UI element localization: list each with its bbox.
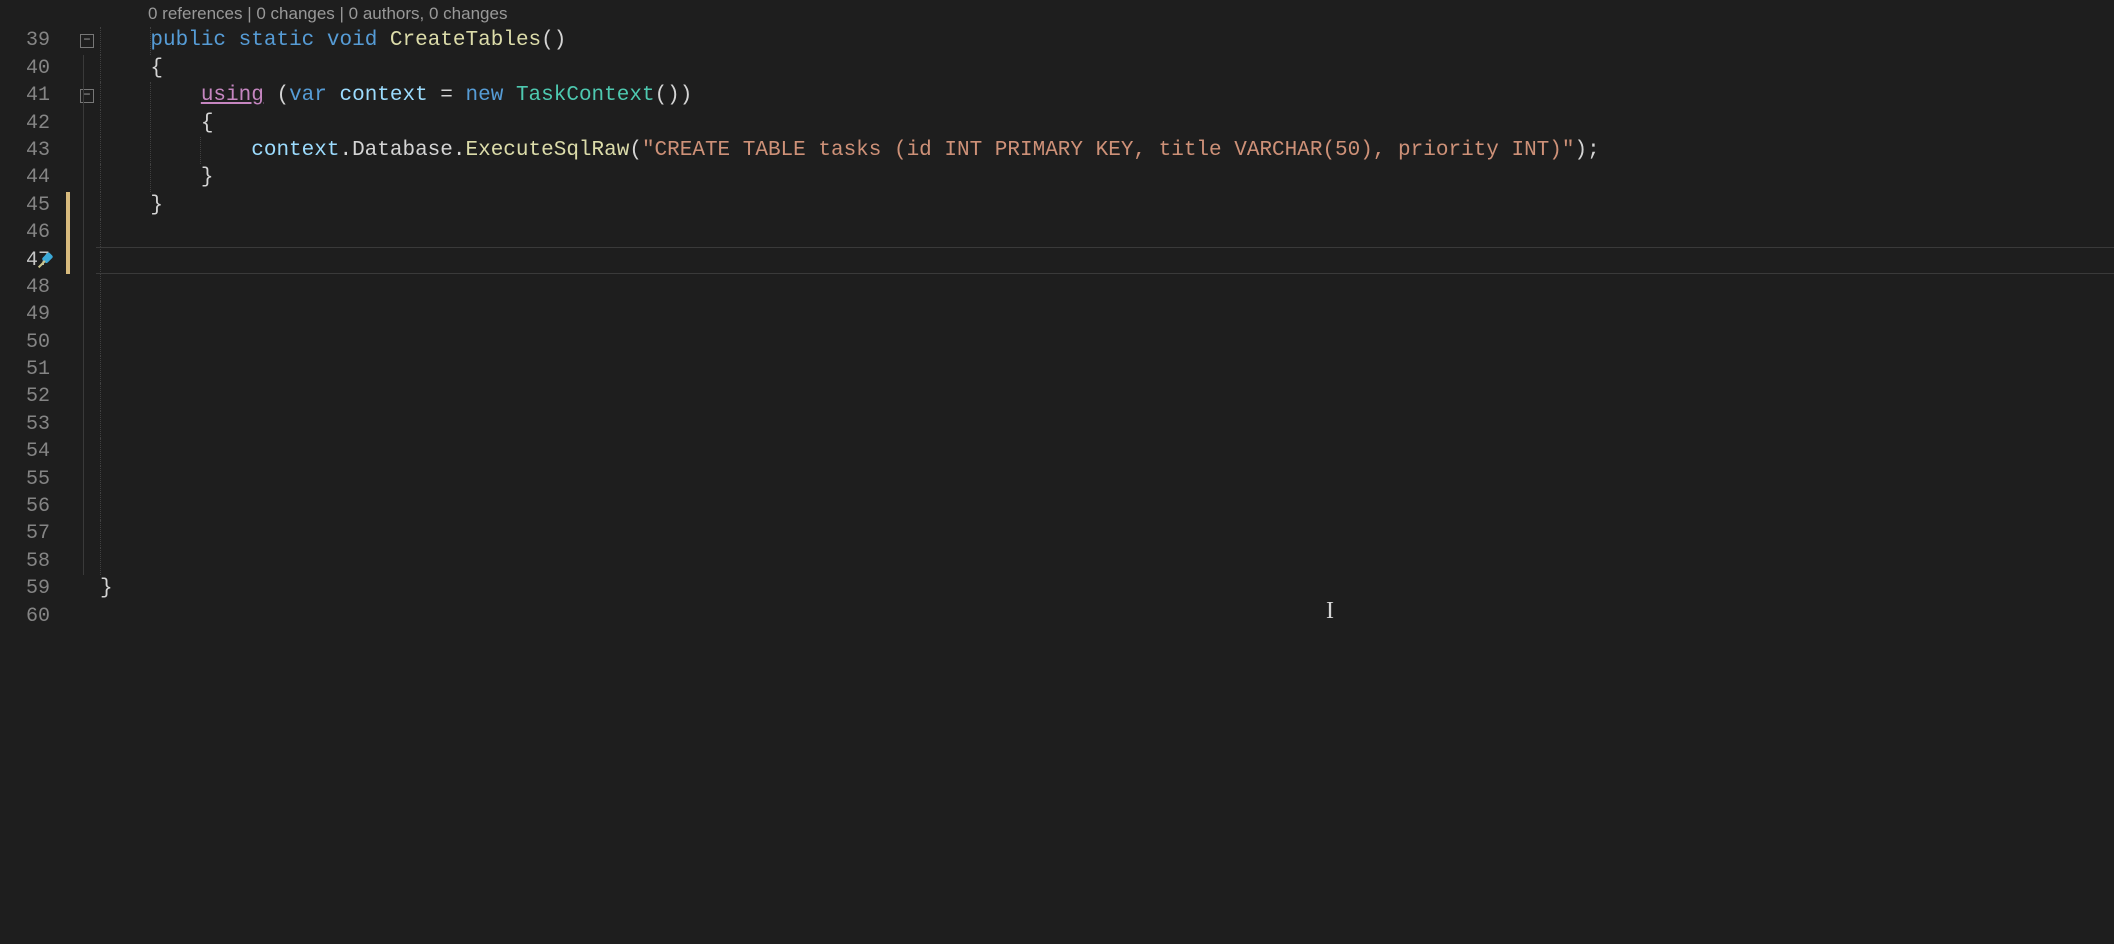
code-line[interactable]: {: [94, 110, 2114, 137]
line-number-blank: [0, 0, 50, 27]
indent: [100, 29, 150, 52]
keyword-static: static: [239, 29, 315, 52]
line-number: 43: [0, 137, 50, 164]
code-line[interactable]: using (var context = new TaskContext()): [94, 82, 2114, 109]
code-line[interactable]: }: [94, 164, 2114, 191]
code-line[interactable]: }: [94, 575, 2114, 602]
close-brace: }: [201, 166, 214, 189]
line-number: 40: [0, 55, 50, 82]
code-line[interactable]: context.Database.ExecuteSqlRaw("CREATE T…: [94, 137, 2114, 164]
code-line[interactable]: [94, 329, 2114, 356]
keyword-var: var: [289, 84, 327, 107]
code-line[interactable]: [94, 274, 2114, 301]
line-number: 49: [0, 301, 50, 328]
code-line[interactable]: [94, 466, 2114, 493]
line-number: 57: [0, 520, 50, 547]
line-number: 51: [0, 356, 50, 383]
line-number: 59: [0, 575, 50, 602]
code-line[interactable]: [94, 438, 2114, 465]
code-line-active[interactable]: [94, 247, 2114, 274]
line-number: 50: [0, 329, 50, 356]
line-number: 42: [0, 110, 50, 137]
code-line[interactable]: [94, 548, 2114, 575]
code-line[interactable]: [94, 493, 2114, 520]
assign: =: [428, 84, 466, 107]
call-end: );: [1575, 139, 1600, 162]
line-number: 44: [0, 164, 50, 191]
line-number: 56: [0, 493, 50, 520]
sql-string-literal: "CREATE TABLE tasks (id INT PRIMARY KEY,…: [642, 139, 1575, 162]
code-editor[interactable]: 3940414243444546474849505152535455565758…: [0, 0, 2114, 944]
indent: [100, 194, 150, 217]
keyword-public: public: [150, 29, 226, 52]
code-line[interactable]: {: [94, 55, 2114, 82]
line-number: 55: [0, 466, 50, 493]
code-line[interactable]: [94, 383, 2114, 410]
code-line[interactable]: [94, 603, 2114, 630]
line-number: 46: [0, 219, 50, 246]
keyword-void: void: [327, 29, 377, 52]
open-paren: (: [629, 139, 642, 162]
close-paren: ): [680, 84, 693, 107]
glyph-margin: [62, 0, 94, 944]
open-brace: {: [201, 112, 214, 135]
local-context: context: [251, 139, 339, 162]
line-number-gutter: 3940414243444546474849505152535455565758…: [0, 0, 62, 944]
line-number: 58: [0, 548, 50, 575]
close-brace: }: [100, 577, 113, 600]
open-paren: (: [276, 84, 289, 107]
parentheses: (): [541, 29, 566, 52]
fold-toggle-icon[interactable]: [80, 34, 94, 48]
keyword-new: new: [466, 84, 504, 107]
indent: [100, 139, 251, 162]
line-number: 45: [0, 192, 50, 219]
code-line[interactable]: [94, 301, 2114, 328]
codelens-annotation[interactable]: 0 references | 0 changes | 0 authors, 0 …: [94, 0, 2114, 27]
keyword-using: using: [201, 84, 264, 107]
code-line[interactable]: }: [94, 192, 2114, 219]
method-name: CreateTables: [390, 29, 541, 52]
close-brace: }: [150, 194, 163, 217]
line-number: 39: [0, 27, 50, 54]
local-context: context: [339, 84, 427, 107]
method-executesqlraw: ExecuteSqlRaw: [466, 139, 630, 162]
line-number: 54: [0, 438, 50, 465]
line-number: 41: [0, 82, 50, 109]
ctor-parens: (): [655, 84, 680, 107]
code-line[interactable]: [94, 411, 2114, 438]
code-line[interactable]: [94, 356, 2114, 383]
line-number: 60: [0, 603, 50, 630]
property-database: Database: [352, 139, 453, 162]
indent: [100, 57, 150, 80]
type-taskcontext: TaskContext: [516, 84, 655, 107]
code-line[interactable]: public static void CreateTables(): [94, 27, 2114, 54]
line-number: 53: [0, 411, 50, 438]
fold-toggle-icon[interactable]: [80, 89, 94, 103]
line-number: 48: [0, 274, 50, 301]
open-brace: {: [150, 57, 163, 80]
code-area[interactable]: 0 references | 0 changes | 0 authors, 0 …: [94, 0, 2114, 944]
line-number: 52: [0, 383, 50, 410]
dot: .: [339, 139, 352, 162]
dot: .: [453, 139, 466, 162]
code-line[interactable]: [94, 219, 2114, 246]
code-line[interactable]: [94, 520, 2114, 547]
